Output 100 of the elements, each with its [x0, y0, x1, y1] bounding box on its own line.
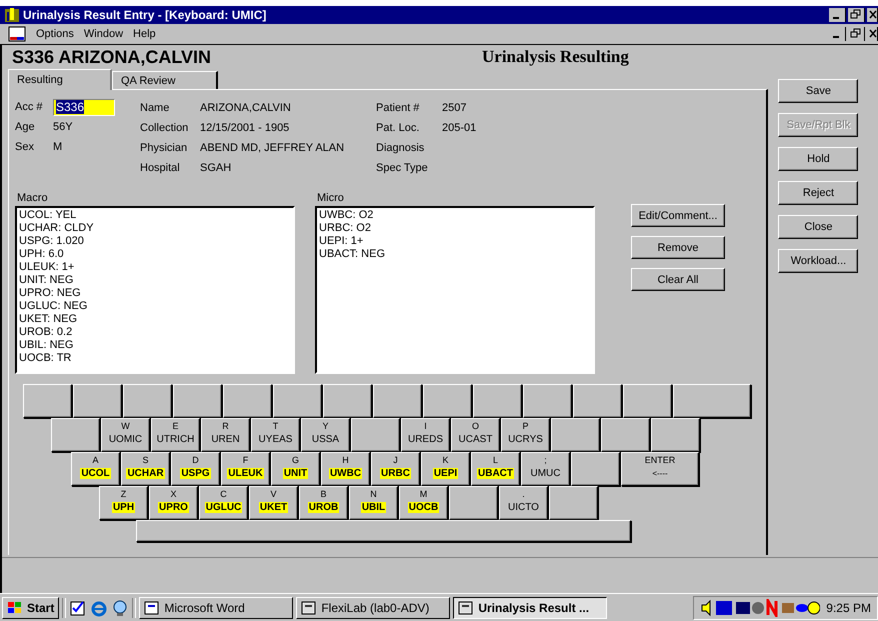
keyboard-key[interactable]: E UTRICH	[151, 418, 200, 452]
keyboard-key[interactable]: M UOCB	[399, 486, 448, 520]
blank-key[interactable]	[351, 418, 400, 452]
tab[interactable]: QA Review	[112, 71, 218, 89]
keyboard-key[interactable]: R UREN	[201, 418, 250, 452]
blank-key[interactable]	[573, 384, 622, 418]
keyboard-key[interactable]: F ULEUK	[221, 452, 270, 486]
list-item[interactable]: ULEUK: 1+	[19, 261, 291, 274]
key-letter: H	[342, 455, 349, 465]
screen-title: Urinalysis Resulting	[482, 47, 629, 67]
blank-key[interactable]	[173, 384, 222, 418]
blank-key[interactable]	[123, 384, 172, 418]
blank-key[interactable]	[623, 384, 672, 418]
keyboard-key[interactable]: C UGLUC	[199, 486, 248, 520]
list-item[interactable]: UCOL: YEL	[19, 209, 291, 222]
blank-key[interactable]	[73, 384, 122, 418]
blank-key[interactable]	[273, 384, 322, 418]
action-button[interactable]: Edit/Comment...	[631, 204, 725, 227]
tray-icons[interactable]	[700, 598, 820, 616]
list-item[interactable]: UROB: 0.2	[19, 326, 291, 339]
taskbar-button[interactable]: Urinalysis Result ...	[453, 596, 608, 618]
blank-key[interactable]	[23, 384, 72, 418]
keyboard-key[interactable]: G UNIT	[271, 452, 320, 486]
blank-key[interactable]	[373, 384, 422, 418]
enter-key[interactable]: ENTER <----	[621, 452, 699, 486]
list-item[interactable]: UGLUC: NEG	[19, 300, 291, 313]
side-button[interactable]: Workload...	[778, 249, 858, 273]
menu-item[interactable]: Help	[133, 28, 156, 40]
checklist-icon[interactable]	[69, 598, 88, 616]
keyboard-key[interactable]: Z UPH	[99, 486, 148, 520]
blank-key[interactable]	[51, 418, 100, 452]
blank-key[interactable]	[323, 384, 372, 418]
side-button[interactable]: Reject	[778, 181, 858, 205]
keyboard-key[interactable]: L UBACT	[471, 452, 520, 486]
menu-item[interactable]: Options	[36, 28, 74, 40]
blank-key[interactable]	[549, 486, 598, 520]
list-item[interactable]: UBACT: NEG	[319, 248, 591, 261]
field-value: ABEND MD, JEFFREY ALAN	[200, 142, 344, 154]
list-item[interactable]: UCHAR: CLDY	[19, 222, 291, 235]
key-letter: N	[370, 489, 377, 499]
tab[interactable]: Resulting	[8, 69, 112, 90]
blank-key[interactable]	[571, 452, 620, 486]
blank-key[interactable]	[449, 486, 498, 520]
keyboard-key[interactable]: I UREDS	[401, 418, 450, 452]
close-icon[interactable]	[867, 27, 878, 41]
blank-key[interactable]	[423, 384, 472, 418]
blank-key[interactable]	[223, 384, 272, 418]
keyboard-key[interactable]: V UKET	[249, 486, 298, 520]
clock: 9:25 PM	[826, 600, 871, 614]
minimize-icon[interactable]	[829, 8, 846, 22]
keyboard-key[interactable]: P UCRYS	[501, 418, 550, 452]
list-item[interactable]: URBC: O2	[319, 222, 591, 235]
taskbar-button[interactable]: Microsoft Word	[139, 596, 294, 618]
blank-key[interactable]	[651, 418, 700, 452]
keyboard-key[interactable]: . UICTO	[499, 486, 548, 520]
space-bar[interactable]	[136, 520, 631, 542]
taskbar-button[interactable]: FlexiLab (lab0-ADV)	[296, 596, 450, 618]
list-item[interactable]: UOCB: TR	[19, 352, 291, 365]
keyboard-key[interactable]: N UBIL	[349, 486, 398, 520]
keyboard-key[interactable]: H UWBC	[321, 452, 370, 486]
keyboard-key[interactable]: ; UMUC	[521, 452, 570, 486]
keyboard-key[interactable]: D USPG	[171, 452, 220, 486]
keyboard-key[interactable]: J URBC	[371, 452, 420, 486]
restore-icon[interactable]	[848, 8, 865, 22]
side-button[interactable]: Save	[778, 79, 858, 103]
side-button[interactable]: Hold	[778, 147, 858, 171]
blank-key[interactable]	[601, 418, 650, 452]
action-button[interactable]: Remove	[631, 236, 725, 259]
start-button[interactable]: Start	[2, 596, 60, 618]
restore-icon[interactable]	[848, 27, 865, 41]
keyboard-key[interactable]: S UCHAR	[121, 452, 170, 486]
list-item[interactable]: UEPI: 1+	[319, 235, 591, 248]
keyboard-key[interactable]: K UEPI	[421, 452, 470, 486]
accession-field[interactable]: S336	[53, 98, 115, 116]
keyboard-key[interactable]: X UPRO	[149, 486, 198, 520]
menu-item[interactable]: Window	[84, 28, 124, 40]
keyboard-key[interactable]: Y USSA	[301, 418, 350, 452]
list-item[interactable]: UPH: 6.0	[19, 248, 291, 261]
keyboard-key[interactable]: O UCAST	[451, 418, 500, 452]
action-button[interactable]: Clear All	[631, 268, 725, 291]
list-item[interactable]: UPRO: NEG	[19, 287, 291, 300]
list-item[interactable]: UWBC: O2	[319, 209, 591, 222]
globe-icon[interactable]	[111, 598, 130, 616]
key-letter: .	[522, 489, 525, 499]
list-item[interactable]: UNIT: NEG	[19, 274, 291, 287]
blank-key[interactable]	[473, 384, 522, 418]
keyboard-key[interactable]: W UOMIC	[101, 418, 150, 452]
keyboard-key[interactable]: A UCOL	[71, 452, 120, 486]
list-item[interactable]: USPG: 1.020	[19, 235, 291, 248]
micro-list[interactable]: UWBC: O2 URBC: O2 UEPI: 1+ UBACT: NEG	[315, 206, 595, 374]
keyboard-key[interactable]: B UROB	[299, 486, 348, 520]
side-button[interactable]: Close	[778, 215, 858, 239]
close-icon[interactable]	[867, 8, 878, 22]
blank-key[interactable]	[523, 384, 572, 418]
macro-list[interactable]: UCOL: YEL UCHAR: CLDY USPG: 1.020 UPH: 6.0 ULEUK: 1+ UNIT: NEG UPRO: NEG UGLUC: NEG UKET: NEG UROB: 0.2 UBIL: NEG UOCB: TR	[15, 206, 295, 374]
list-item[interactable]: UKET: NEG	[19, 313, 291, 326]
blank-key[interactable]	[673, 384, 751, 418]
list-item[interactable]: UBIL: NEG	[19, 339, 291, 352]
blank-key[interactable]	[551, 418, 600, 452]
keyboard-key[interactable]: T UYEAS	[251, 418, 300, 452]
